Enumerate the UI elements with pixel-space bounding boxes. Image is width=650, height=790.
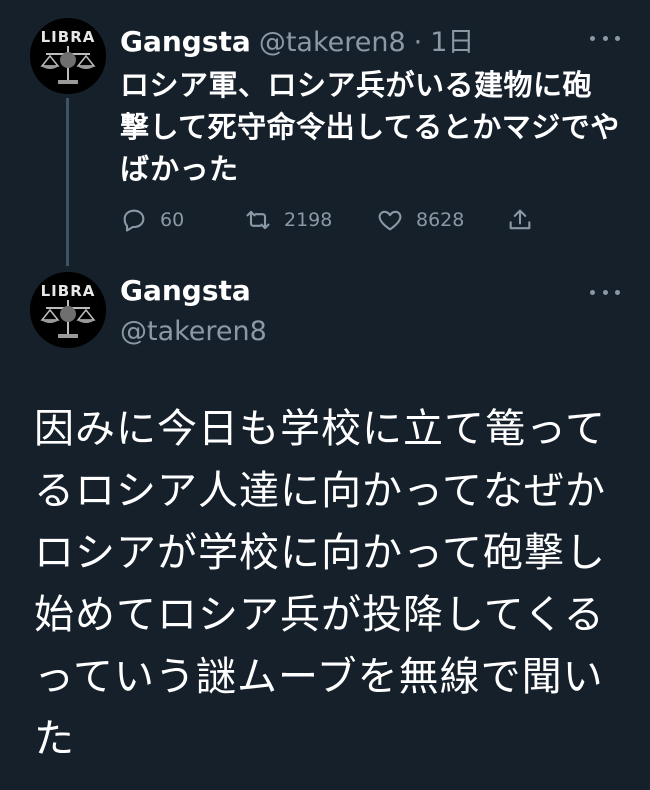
thread-connector-line xyxy=(66,98,69,266)
reply-count: 60 xyxy=(160,209,185,231)
retweet-icon xyxy=(246,210,270,230)
heart-icon xyxy=(378,210,402,231)
like-button[interactable]: 8628 xyxy=(376,206,464,234)
reply-button[interactable]: 60 xyxy=(120,206,184,234)
like-count: 8628 xyxy=(416,209,465,231)
handle[interactable]: @takeren8 xyxy=(120,316,267,347)
tweet-actions: 60 2198 8628 xyxy=(120,206,540,236)
avatar-logo-text: LIBRA xyxy=(41,282,96,300)
tweet-text: ロシア軍、ロシア兵がいる建物に砲撃して死守命令出してるとかマジでやばかった xyxy=(120,68,620,186)
tweet-text: 因みに今日も学校に立て篭ってるロシア人達に向かってなぜかロシアが学校に向かって砲… xyxy=(34,406,606,762)
libra-logo-icon: LIBRA xyxy=(30,18,106,94)
more-icon[interactable] xyxy=(590,286,620,298)
reply-icon xyxy=(123,209,145,232)
retweet-button[interactable]: 2198 xyxy=(244,206,332,234)
meta-separator: · xyxy=(413,27,423,58)
tweet-parent[interactable]: LIBRA Gangsta @takeren8 · 1日 ロシア軍、ロシア兵がいる建… xyxy=(0,0,650,266)
display-name[interactable]: Gangsta xyxy=(120,274,251,307)
tweet-header: Gangsta @takeren8 · 1日 xyxy=(120,20,474,59)
avatar[interactable]: LIBRA xyxy=(30,18,106,94)
more-icon[interactable] xyxy=(590,32,620,44)
display-name[interactable]: Gangsta xyxy=(120,25,251,58)
share-icon xyxy=(509,209,531,230)
timestamp[interactable]: 1日 xyxy=(430,20,474,59)
avatar-logo-text: LIBRA xyxy=(41,28,96,46)
libra-logo-icon: LIBRA xyxy=(30,272,106,348)
retweet-count: 2198 xyxy=(284,209,333,231)
avatar[interactable]: LIBRA xyxy=(30,272,106,348)
share-button[interactable] xyxy=(506,206,534,234)
handle[interactable]: @takeren8 xyxy=(259,27,406,58)
